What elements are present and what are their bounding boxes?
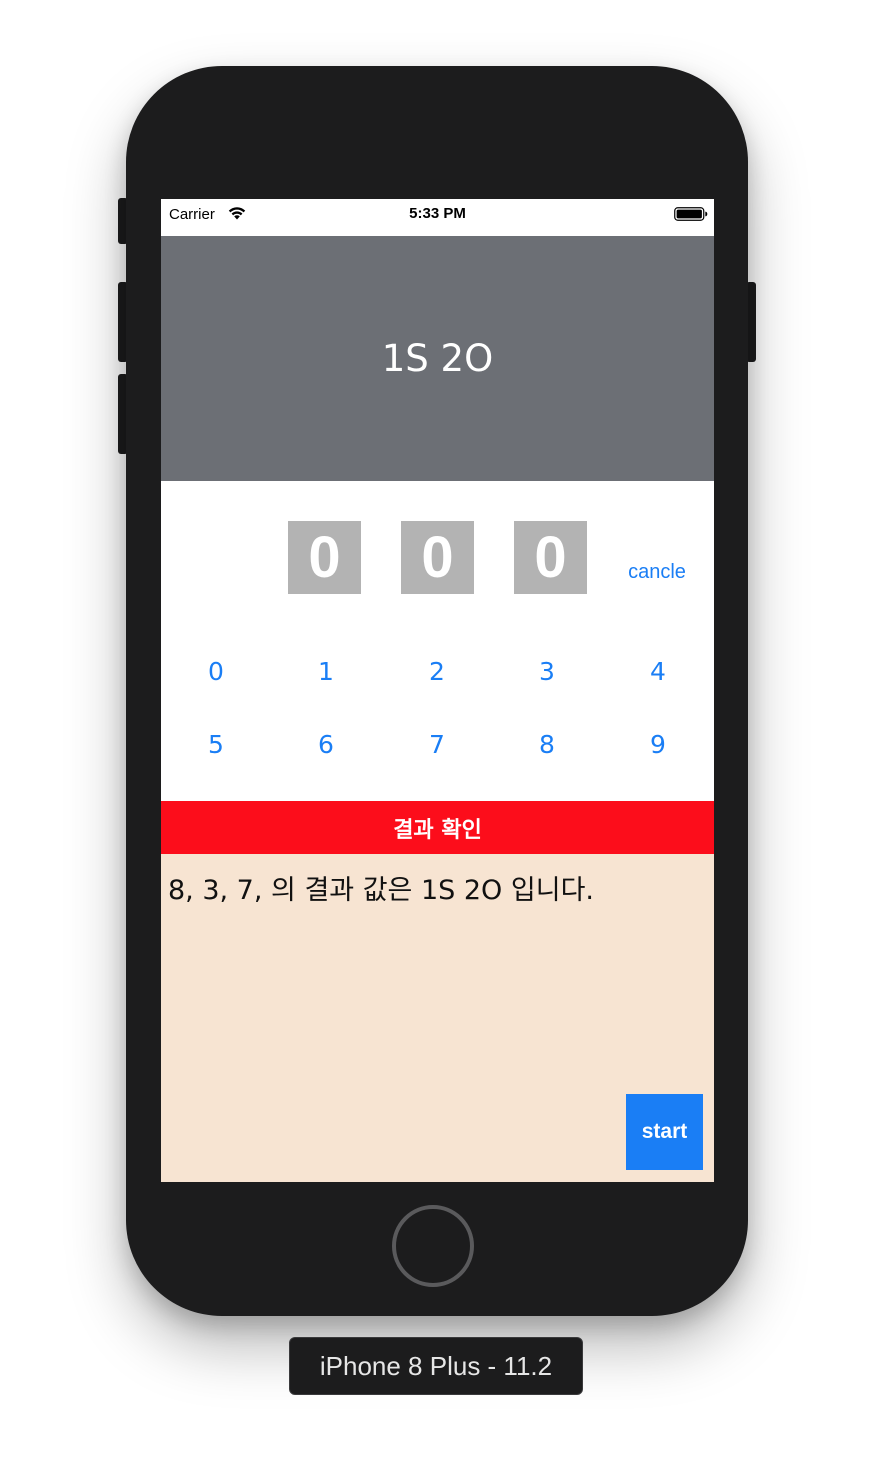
- start-button[interactable]: start: [626, 1094, 703, 1170]
- key-4[interactable]: 4: [628, 646, 688, 696]
- app-screen: Carrier 5:33 PM 1S 2O 0 0 0 cancle 0 1 2…: [161, 199, 714, 1182]
- result-header: 1S 2O: [161, 236, 714, 481]
- key-0[interactable]: 0: [186, 646, 246, 696]
- key-8[interactable]: 8: [517, 719, 577, 769]
- digit-slot-3: 0: [514, 521, 587, 594]
- home-button[interactable]: [392, 1205, 474, 1287]
- battery-full-icon: [674, 207, 708, 221]
- key-3[interactable]: 3: [517, 646, 577, 696]
- device-name-label: iPhone 8 Plus - 11.2: [289, 1337, 583, 1395]
- result-log-area: 8, 3, 7, 의 결과 값은 1S 2O 입니다. start: [161, 854, 714, 1182]
- key-1[interactable]: 1: [296, 646, 356, 696]
- key-6[interactable]: 6: [296, 719, 356, 769]
- digit-slot-1: 0: [288, 521, 361, 594]
- simulator-stage: Carrier 5:33 PM 1S 2O 0 0 0 cancle 0 1 2…: [0, 0, 874, 1478]
- status-time: 5:33 PM: [409, 205, 466, 222]
- key-2[interactable]: 2: [407, 646, 467, 696]
- cancel-button[interactable]: cancle: [615, 561, 699, 584]
- digit-slot-2: 0: [401, 521, 474, 594]
- result-log-text: 8, 3, 7, 의 결과 값은 1S 2O 입니다.: [168, 875, 594, 906]
- key-7[interactable]: 7: [407, 719, 467, 769]
- check-result-button[interactable]: 결과 확인: [161, 801, 714, 854]
- key-9[interactable]: 9: [628, 719, 688, 769]
- result-title: 1S 2O: [381, 337, 494, 380]
- status-bar: Carrier 5:33 PM: [161, 199, 714, 236]
- key-5[interactable]: 5: [186, 719, 246, 769]
